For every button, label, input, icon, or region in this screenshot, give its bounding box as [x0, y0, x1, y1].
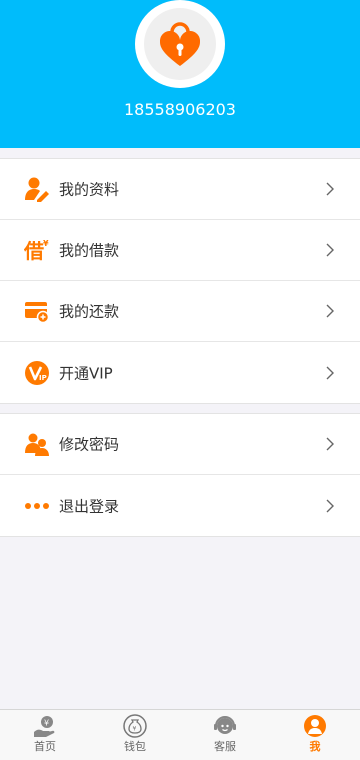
- me-icon: [304, 715, 326, 737]
- menu-item-my-profile[interactable]: 我的资料: [0, 159, 360, 220]
- bottom-tab-bar: ¥ 首页 ¥ 钱包 客服 我: [0, 709, 360, 760]
- menu-item-open-vip[interactable]: IP 开通VIP: [0, 342, 360, 403]
- menu-group-secondary: 修改密码 退出登录: [0, 413, 360, 537]
- menu-group-primary: 我的资料 借 ¥ 我的借款 我的还款 IP 开通VIP: [0, 158, 360, 404]
- menu-label: 我的借款: [59, 241, 120, 260]
- tab-label: 钱包: [124, 740, 146, 753]
- chevron-right-icon: [326, 499, 334, 512]
- chevron-right-icon: [326, 304, 334, 318]
- menu-label: 退出登录: [59, 497, 120, 515]
- borrow-icon: 借 ¥: [24, 237, 50, 263]
- repay-card-icon: [24, 298, 50, 324]
- svg-text:借: 借: [24, 239, 44, 263]
- chevron-right-icon: [326, 243, 334, 257]
- vip-icon: IP: [24, 360, 50, 386]
- tab-wallet[interactable]: ¥ 钱包: [90, 710, 180, 760]
- more-dots-icon: [24, 493, 50, 519]
- menu-label: 修改密码: [59, 435, 120, 454]
- svg-text:¥: ¥: [43, 239, 49, 248]
- tab-customer-service[interactable]: 客服: [180, 710, 270, 760]
- profile-header: 18558906203: [0, 0, 360, 148]
- home-hand-coin-icon: ¥: [34, 716, 55, 737]
- menu-item-my-loans[interactable]: 借 ¥ 我的借款: [0, 220, 360, 281]
- menu-label: 我的还款: [59, 302, 120, 321]
- heart-lock-icon: [159, 22, 201, 66]
- tab-label: 首页: [34, 740, 56, 753]
- svg-text:¥: ¥: [133, 726, 137, 733]
- menu-item-logout[interactable]: 退出登录: [0, 475, 360, 536]
- tab-me[interactable]: 我: [270, 710, 360, 760]
- chevron-right-icon: [326, 437, 334, 451]
- avatar-inner: [144, 8, 216, 80]
- svg-text:IP: IP: [39, 374, 47, 382]
- menu-item-my-repayments[interactable]: 我的还款: [0, 281, 360, 342]
- avatar[interactable]: [135, 0, 225, 88]
- menu-label: 开通VIP: [59, 364, 113, 382]
- chevron-right-icon: [326, 182, 334, 196]
- tab-home[interactable]: ¥ 首页: [0, 710, 90, 760]
- wallet-bag-icon: ¥: [123, 714, 147, 738]
- profile-edit-icon: [24, 176, 50, 202]
- chevron-right-icon: [326, 366, 334, 379]
- tab-label: 客服: [214, 740, 236, 753]
- users-icon: [24, 431, 50, 457]
- user-phone: 18558906203: [124, 100, 236, 119]
- tab-label: 我: [309, 740, 321, 753]
- menu-label: 我的资料: [59, 180, 120, 199]
- menu-item-change-password[interactable]: 修改密码: [0, 414, 360, 475]
- service-icon: [214, 716, 236, 734]
- svg-text:¥: ¥: [44, 719, 49, 728]
